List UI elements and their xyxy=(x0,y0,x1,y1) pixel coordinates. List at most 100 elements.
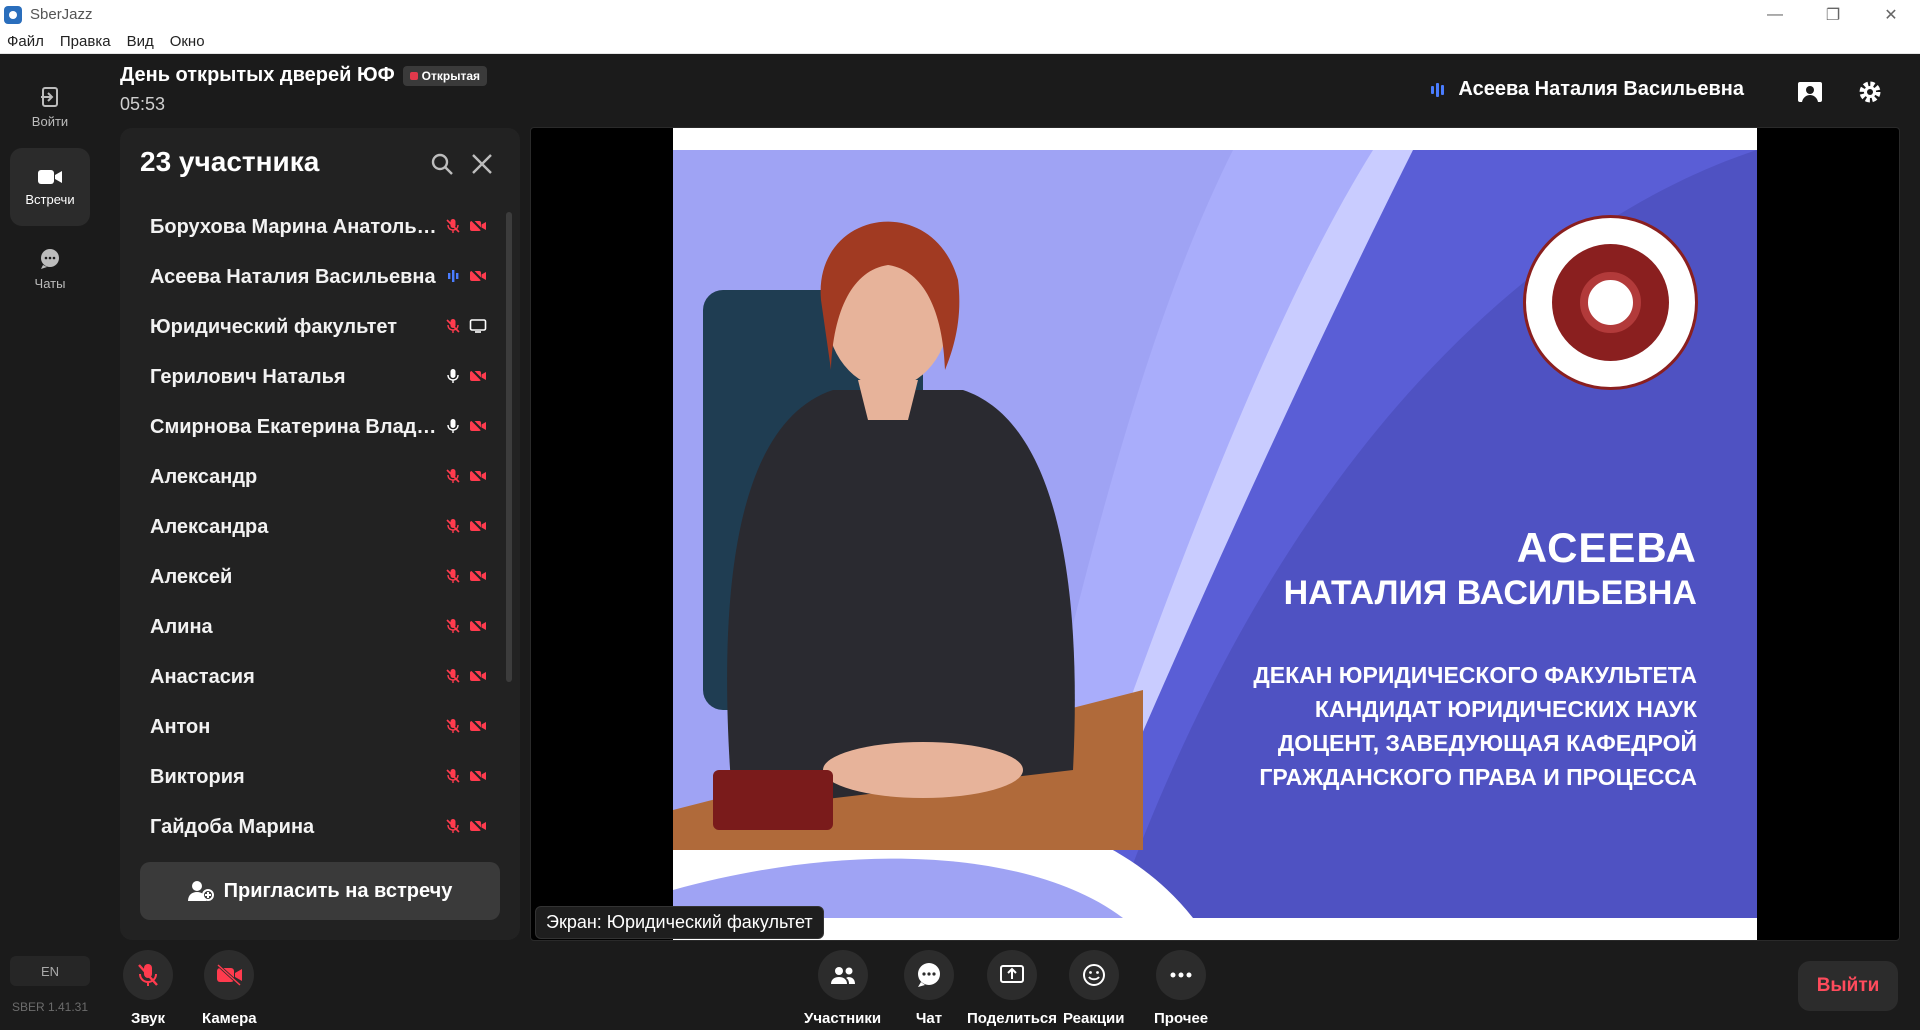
menu-edit[interactable]: Правка xyxy=(60,33,111,50)
shared-screen-area[interactable]: АСЕЕВА НАТАЛИЯ ВАСИЛЬЕВНА ДЕКАН ЮРИДИЧЕС… xyxy=(530,127,1900,941)
people-icon xyxy=(830,967,855,984)
menu-window[interactable]: Окно xyxy=(170,33,205,50)
participants-label: Участники xyxy=(804,1010,882,1027)
invite-label: Пригласить на встречу xyxy=(223,879,453,902)
camera-label: Камера xyxy=(202,1010,257,1027)
maximize-button[interactable]: ❐ xyxy=(1804,0,1862,29)
participant-row[interactable]: Антон xyxy=(120,702,510,752)
participant-row[interactable]: Алексей xyxy=(120,552,510,602)
rail-meetings-button[interactable]: Встречи xyxy=(10,148,90,226)
window-titlebar: SberJazz — ❐ ✕ xyxy=(0,0,1920,29)
participant-row[interactable]: Алина xyxy=(120,602,510,652)
layout-toggle-button[interactable] xyxy=(1794,76,1826,108)
camera-off-icon xyxy=(469,768,487,789)
participant-name: Александр xyxy=(150,465,258,488)
mic-off-icon xyxy=(445,818,461,839)
rail-login-button[interactable]: Войти xyxy=(10,68,90,146)
rail-login-label: Войти xyxy=(31,113,69,129)
participant-name: Анастасия xyxy=(150,665,255,688)
camera-off-icon xyxy=(469,268,487,289)
mic-off-icon xyxy=(138,964,158,986)
menu-file[interactable]: Файл xyxy=(7,33,44,50)
slide-given-names: НАТАЛИЯ ВАСИЛЬЕВНА xyxy=(1283,574,1697,612)
presentation-slide: АСЕЕВА НАТАЛИЯ ВАСИЛЬЕВНА ДЕКАН ЮРИДИЧЕС… xyxy=(673,128,1757,940)
participant-name: Виктория xyxy=(150,765,245,788)
reactions-control[interactable]: Реакции xyxy=(1063,950,1125,1027)
participants-control[interactable]: Участники xyxy=(804,950,881,1027)
participant-row[interactable]: Анастасия xyxy=(120,652,510,702)
leave-button[interactable]: Выйти xyxy=(1798,961,1898,1011)
sound-control[interactable]: Звук xyxy=(123,950,173,1027)
participant-row[interactable]: Александра xyxy=(120,502,510,552)
participant-row[interactable]: Смирнова Екатерина Владимировна xyxy=(120,402,510,452)
participant-row[interactable]: Герилович Наталья xyxy=(120,352,510,402)
participants-button[interactable] xyxy=(817,950,868,1000)
speaking-icon xyxy=(445,268,461,289)
sound-label: Звук xyxy=(130,1010,166,1027)
chat-bubble-icon xyxy=(41,248,59,269)
more-dots-icon xyxy=(1170,972,1192,978)
participant-name: Антон xyxy=(150,715,211,738)
menu-view[interactable]: Вид xyxy=(127,33,154,50)
rail-meetings-label: Встречи xyxy=(25,191,75,207)
participant-row[interactable]: Борухова Марина Анатольевна xyxy=(120,202,510,252)
more-control[interactable]: Прочее xyxy=(1154,950,1208,1027)
slide-desc-line: ДЕКАН ЮРИДИЧЕСКОГО ФАКУЛЬТЕТА xyxy=(1253,662,1697,688)
share-screen-icon xyxy=(1000,965,1025,983)
share-label: Поделиться xyxy=(967,1010,1058,1027)
meeting-timer: 05:53 xyxy=(120,94,166,114)
slide-description: ДЕКАН ЮРИДИЧЕСКОГО ФАКУЛЬТЕТА КАНДИДАТ Ю… xyxy=(1253,658,1697,794)
mic-off-icon xyxy=(445,718,461,739)
slide-desc-line: ГРАЖДАНСКОГО ПРАВА И ПРОЦЕССА xyxy=(1259,764,1697,790)
mic-off-icon xyxy=(445,218,461,239)
camera-off-icon xyxy=(469,518,487,539)
slide-desc-line: КАНДИДАТ ЮРИДИЧЕСКИХ НАУК xyxy=(1314,696,1697,722)
active-speaker-name: Асеева Наталия Васильевна xyxy=(1458,78,1744,100)
more-button[interactable] xyxy=(1156,950,1207,1000)
participant-name: Алина xyxy=(150,615,213,638)
camera-off-icon xyxy=(469,368,487,389)
participant-row[interactable]: Виктория xyxy=(120,752,510,802)
invite-button[interactable]: Пригласить на встречу xyxy=(140,862,500,920)
close-window-button[interactable]: ✕ xyxy=(1862,0,1920,29)
participant-row[interactable]: Гайдоба Марина xyxy=(120,802,510,852)
app-logo-icon xyxy=(4,5,22,24)
mic-icon xyxy=(445,368,461,389)
participant-row[interactable]: Александр xyxy=(120,452,510,502)
participant-name: Смирнова Екатерина Владимировна xyxy=(150,415,440,438)
participants-search-button[interactable] xyxy=(430,152,454,181)
participant-name: Герилович Наталья xyxy=(150,365,346,388)
window-title: SberJazz xyxy=(30,6,93,23)
camera-toggle-button[interactable] xyxy=(204,950,255,1000)
camera-off-icon xyxy=(469,218,487,239)
menu-bar: Файл Правка Вид Окно xyxy=(0,29,1920,54)
participant-row[interactable]: Асеева Наталия Васильевна xyxy=(120,252,510,302)
minimize-button[interactable]: — xyxy=(1746,0,1804,29)
share-control[interactable]: Поделиться xyxy=(967,950,1057,1027)
sound-toggle-button[interactable] xyxy=(123,950,173,1000)
add-user-icon xyxy=(187,881,214,901)
chat-button[interactable] xyxy=(904,950,954,1000)
camera-off-icon xyxy=(469,418,487,439)
participant-name: Юридический факультет xyxy=(150,315,398,338)
participants-panel: 23 участника Борухова Марина Анатольевна… xyxy=(120,128,520,940)
participants-close-button[interactable] xyxy=(470,152,494,181)
language-switch[interactable]: EN xyxy=(10,956,90,986)
participants-count-title: 23 участника xyxy=(140,146,320,177)
rail-chats-button[interactable]: Чаты xyxy=(10,230,90,308)
reactions-button[interactable] xyxy=(1068,950,1119,1000)
settings-button[interactable] xyxy=(1854,76,1886,108)
participant-row[interactable]: Юридический факультет xyxy=(120,302,510,352)
participants-scrollbar[interactable] xyxy=(506,212,512,682)
meeting-status-label: Открытая xyxy=(421,68,481,83)
mic-off-icon xyxy=(445,518,461,539)
chat-control[interactable]: Чат xyxy=(904,950,954,1027)
camera-control[interactable]: Камера xyxy=(202,950,257,1027)
smile-icon xyxy=(1082,964,1105,986)
participant-name: Алексей xyxy=(150,565,233,588)
video-camera-icon xyxy=(38,169,62,184)
mic-off-icon xyxy=(445,318,461,339)
chat-label: Чат xyxy=(915,1010,943,1027)
mic-off-icon xyxy=(445,768,461,789)
share-button[interactable] xyxy=(987,950,1038,1000)
